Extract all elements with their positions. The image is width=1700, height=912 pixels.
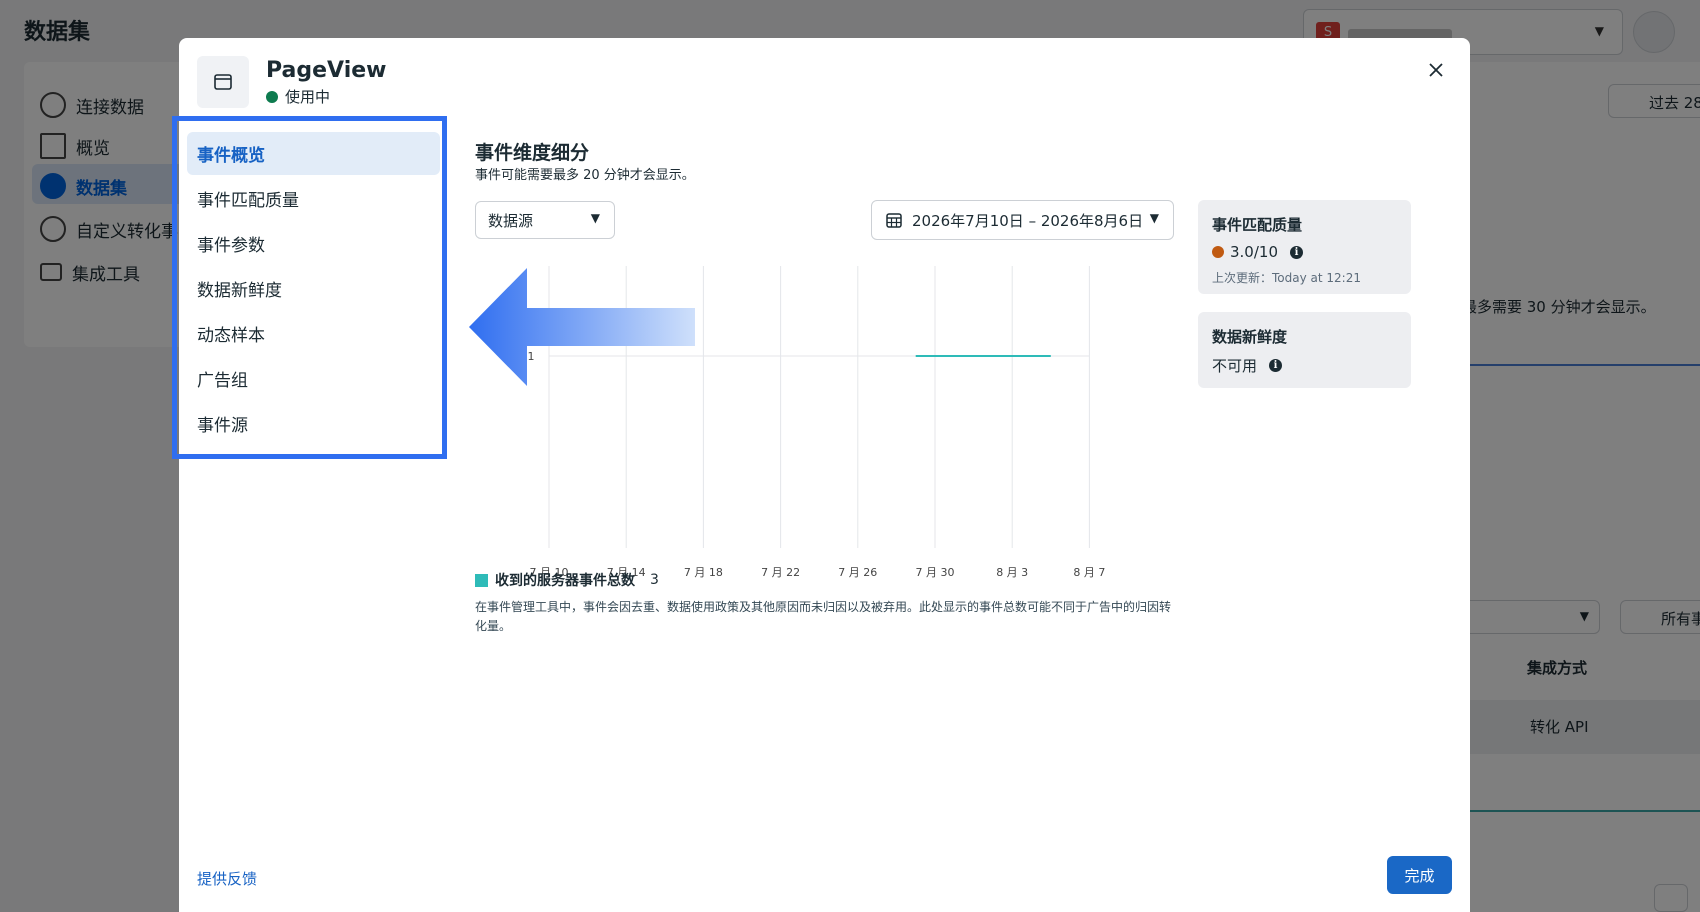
done-button[interactable]: 完成	[1387, 856, 1452, 894]
status-label: 使用中	[285, 88, 331, 106]
modal-menu: 事件概览 事件匹配质量 事件参数 数据新鲜度 动态样本 广告组 事件源	[187, 132, 440, 447]
x-tick-label: 7 月 26	[838, 566, 877, 579]
freshness-value: 不可用 i	[1212, 355, 1397, 376]
info-icon[interactable]: i	[1269, 359, 1283, 372]
date-range-value: 2026年7月10日 – 2026年8月6日	[912, 212, 1144, 230]
quality-status-dot	[1212, 246, 1224, 258]
menu-item-ad-sets[interactable]: 广告组	[187, 357, 440, 400]
x-tick-label: 7 月 22	[761, 566, 800, 579]
status-dot-icon	[266, 90, 278, 103]
close-button[interactable]	[1420, 54, 1452, 86]
chart-legend: 收到的服务器事件总数 3	[475, 570, 659, 590]
date-range-picker[interactable]: 2026年7月10日 – 2026年8月6日 ▼	[871, 200, 1174, 240]
attribution-note: 在事件管理工具中，事件会因去重、数据使用政策及其他原因而未归因以及被弃用。此处显…	[475, 600, 1172, 633]
x-tick-label: 8 月 3	[996, 566, 1028, 579]
legend-count: 3	[650, 572, 659, 588]
match-quality-value: 3.0/10 i	[1212, 243, 1397, 261]
section-title: 事件维度细分	[475, 142, 590, 164]
x-tick-label: 7 月 30	[916, 566, 955, 579]
menu-item-event-overview[interactable]: 事件概览	[187, 132, 440, 175]
quality-score: 3.0/10	[1230, 243, 1278, 261]
chevron-down-icon: ▼	[590, 211, 600, 225]
legend-label: 收到的服务器事件总数	[495, 573, 635, 589]
section-subtitle: 事件可能需要最多 20 分钟才会显示。	[475, 168, 695, 183]
arrow-left-icon	[469, 268, 695, 386]
menu-item-data-freshness[interactable]: 数据新鲜度	[187, 267, 440, 310]
x-tick-label: 8 月 7	[1073, 566, 1105, 579]
feedback-link[interactable]: 提供反馈	[197, 868, 257, 889]
page-icon	[197, 56, 249, 108]
menu-item-match-quality[interactable]: 事件匹配质量	[187, 177, 440, 220]
x-tick-label: 7 月 18	[684, 566, 723, 579]
select-value: 数据源	[488, 212, 534, 230]
menu-item-event-sources[interactable]: 事件源	[187, 402, 440, 445]
calendar-icon	[886, 213, 902, 228]
info-icon[interactable]: i	[1290, 245, 1303, 259]
chevron-down-icon: ▼	[1149, 211, 1159, 225]
legend-swatch	[475, 573, 488, 587]
data-freshness-card: 数据新鲜度 不可用 i	[1198, 312, 1411, 388]
close-icon	[1429, 63, 1443, 77]
card-title: 数据新鲜度	[1212, 328, 1288, 346]
match-quality-card: 事件匹配质量 3.0/10 i 上次更新：Today at 12:21	[1198, 200, 1411, 294]
card-title: 事件匹配质量	[1212, 216, 1303, 234]
menu-item-dynamic-samples[interactable]: 动态样本	[187, 312, 440, 355]
event-title: PageView	[266, 58, 387, 83]
menu-item-event-parameters[interactable]: 事件参数	[187, 222, 440, 265]
event-details-modal: PageView 使用中 事件概览 事件匹配质量 事件参数 数据新鲜度 动态样本…	[172, 38, 1470, 912]
freshness-status: 不可用	[1212, 357, 1258, 375]
event-status: 使用中	[266, 86, 330, 107]
data-source-select[interactable]: 数据源 ▼	[475, 201, 615, 239]
last-updated: 上次更新：Today at 12:21	[1212, 271, 1361, 285]
